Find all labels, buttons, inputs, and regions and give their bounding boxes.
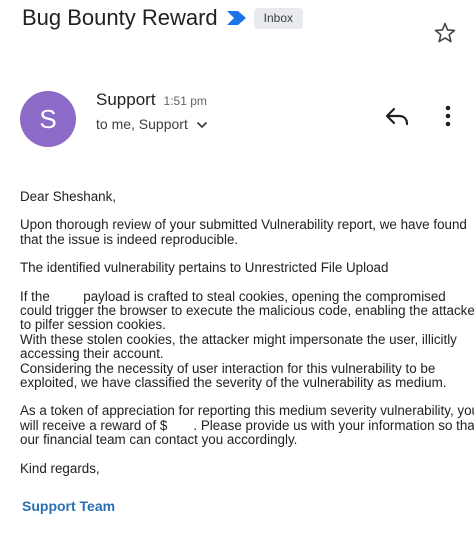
sender-avatar[interactable]: S <box>20 91 76 147</box>
body-line: that the issue is indeed reproducible. <box>20 231 239 247</box>
body-line: As a token of appreciation for reporting… <box>20 403 474 419</box>
body-line: our financial team can contact you accor… <box>20 432 298 448</box>
body-line: If the payload is crafted to steal cooki… <box>20 288 446 304</box>
body-line: Considering the necessity of user intera… <box>20 360 436 376</box>
body-line: will receive a reward of $ . Please prov… <box>20 417 474 433</box>
body-line: With these stolen cookies, the attacker … <box>20 331 457 347</box>
star-outline-icon <box>434 22 456 43</box>
label-arrow-icon <box>226 10 248 26</box>
signature: Support Team <box>22 498 116 514</box>
sender-name[interactable]: Support <box>96 90 156 110</box>
paragraph-reward: As a token of appreciation for reporting… <box>20 403 474 448</box>
reply-icon <box>385 107 409 126</box>
paragraph-review: Upon thorough review of your submitted V… <box>20 217 467 247</box>
closing: Kind regards, <box>20 460 100 476</box>
greeting: Dear Sheshank, <box>20 189 117 204</box>
body-line: to pilfer session cookies. <box>20 317 166 333</box>
subject-row: Bug Bounty Reward Inbox <box>22 2 304 34</box>
sender-line: Support 1:51 pm <box>96 90 207 110</box>
body-line: could trigger the browser to execute the… <box>20 303 474 319</box>
more-vert-icon <box>445 105 451 127</box>
body-line: Upon thorough review of your submitted V… <box>20 217 467 233</box>
body-line: accessing their account. <box>20 346 164 362</box>
email-body: Dear Sheshank, Upon thorough review of y… <box>20 189 474 490</box>
more-options-button[interactable] <box>438 101 458 131</box>
email-subject: Bug Bounty Reward <box>22 5 218 30</box>
chevron-down-icon <box>196 118 208 130</box>
star-button[interactable] <box>431 19 459 47</box>
recipients-toggle[interactable]: to me, Support <box>96 116 208 132</box>
recipients-text: to me, Support <box>96 116 188 132</box>
body-line: exploited, we have classified the severi… <box>20 375 447 391</box>
email-time: 1:51 pm <box>163 94 207 108</box>
reply-button[interactable] <box>382 103 412 129</box>
inbox-label-chip[interactable]: Inbox <box>253 7 304 29</box>
paragraph-vulnerability: The identified vulnerability pertains to… <box>20 260 389 276</box>
paragraph-details: If the payload is crafted to steal cooki… <box>20 288 474 391</box>
